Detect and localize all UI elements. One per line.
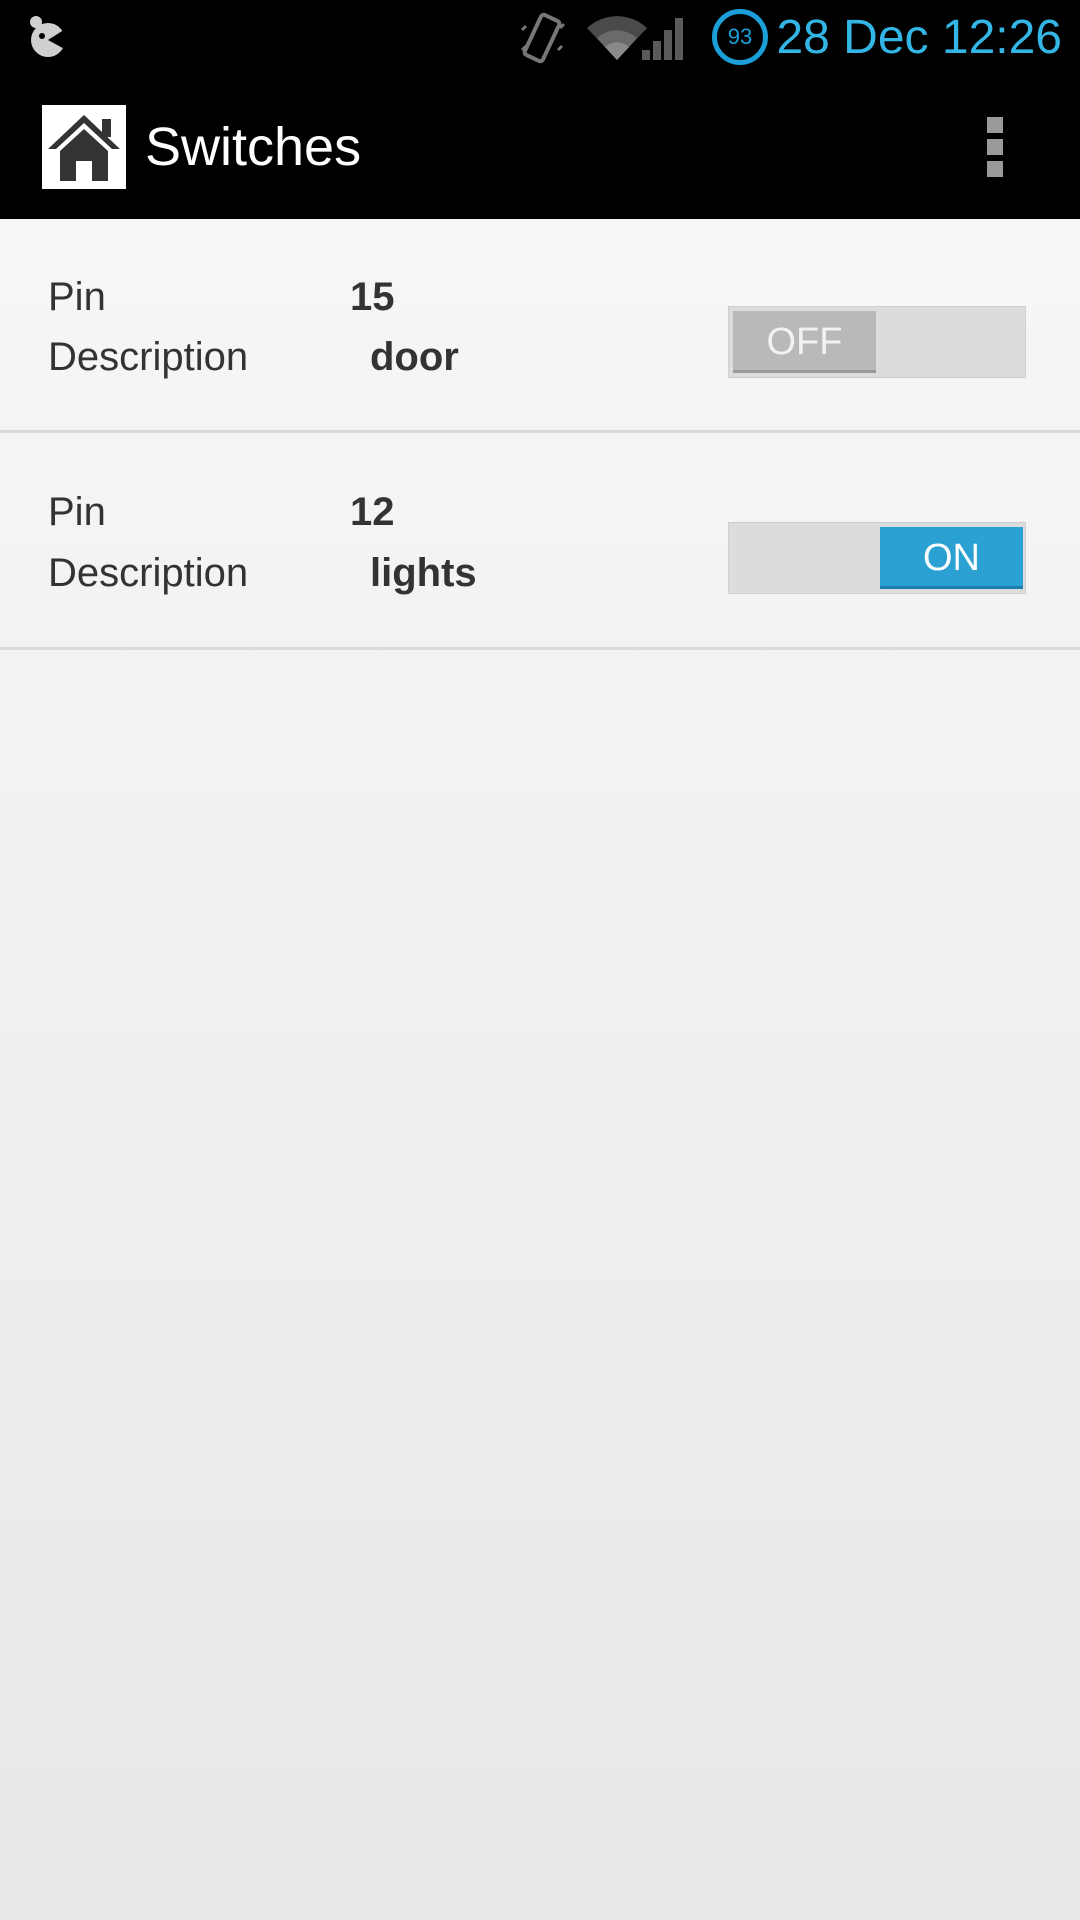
status-bar: 93 28 Dec 12:26 — [0, 0, 1080, 75]
pin-value: 12 — [350, 490, 395, 534]
status-datetime: 28 Dec 12:26 — [776, 11, 1062, 64]
action-bar: Switches — [0, 75, 1080, 219]
description-value: door — [370, 335, 459, 379]
home-icon-glyph — [48, 115, 120, 181]
switch-row-door: Pin 15 Description door OFF — [0, 219, 1080, 433]
pin-label: Pin — [48, 275, 106, 319]
mouse-notification-icon — [30, 16, 70, 57]
description-label: Description — [48, 335, 249, 379]
signal-icon — [642, 18, 683, 60]
overflow-menu-icon[interactable] — [975, 115, 1015, 179]
page-title: Switches — [145, 117, 362, 177]
overflow-dot — [987, 139, 1003, 155]
door-toggle-switch[interactable]: OFF — [728, 306, 1026, 378]
overflow-dot — [987, 161, 1003, 177]
overflow-dot — [987, 117, 1003, 133]
switch-row-lights: Pin 12 Description lights ON — [0, 433, 1080, 650]
lights-toggle-switch[interactable]: ON — [728, 522, 1026, 594]
toggle-thumb-on: ON — [880, 527, 1023, 589]
description-label: Description — [48, 551, 249, 595]
home-icon[interactable] — [42, 105, 126, 189]
description-value: lights — [370, 551, 477, 595]
pin-value: 15 — [350, 275, 395, 319]
pin-label: Pin — [48, 490, 106, 534]
vibrate-icon — [520, 12, 566, 64]
toggle-thumb-off: OFF — [733, 311, 876, 373]
battery-indicator: 93 — [712, 9, 768, 65]
